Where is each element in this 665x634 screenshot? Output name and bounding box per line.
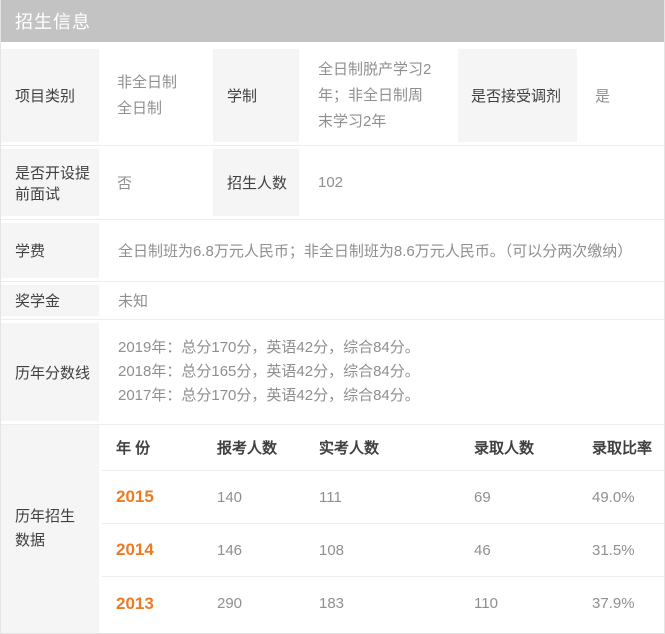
field-value-pre-interview: 否 [102, 149, 210, 216]
table-row-score-lines: 历年分数线 2019年：总分170分，英语42分，综合84分。 2018年：总分… [1, 319, 664, 424]
score-line-2017: 2017年：总分170分，英语42分，综合84分。 [118, 387, 420, 404]
col-header-year: 年 份 [116, 440, 151, 457]
field-label-score-lines: 历年分数线 [1, 323, 99, 421]
year-cell: 2014 [116, 540, 154, 559]
history-row-2014: 2014 146 108 46 31.5% [102, 524, 664, 577]
field-label-scholarship: 奖学金 [1, 285, 99, 316]
applied-cell: 290 [217, 595, 243, 612]
col-header-applied: 报考人数 [217, 440, 278, 457]
score-line-2019: 2019年：总分170分，英语42分，综合84分。 [118, 339, 420, 356]
score-line-2018: 2018年：总分165分，英语42分，综合84分。 [118, 363, 420, 380]
admitted-cell: 69 [474, 488, 491, 506]
table-row-scholarship: 奖学金 未知 [1, 281, 664, 319]
section-header: 招生信息 [1, 0, 664, 42]
field-label-pre-interview: 是否开设提前面试 [1, 149, 99, 216]
col-header-attended: 实考人数 [319, 440, 380, 457]
attended-cell: 108 [319, 541, 345, 559]
history-header-row: 年 份 报考人数 实考人数 录取人数 录取比率 [102, 425, 664, 471]
attended-cell: 183 [319, 595, 345, 612]
info-table: 项目类别 非全日制 全日制 学制 全日制脱产学习2年；非全日制周末学习2年 是否… [1, 42, 664, 633]
history-table: 年 份 报考人数 实考人数 录取人数 录取比率 2015 140 111 69 … [102, 425, 664, 633]
attended-cell: 111 [319, 488, 342, 506]
table-row-interview: 是否开设提前面试 否 招生人数 102 [1, 145, 664, 219]
field-label-duration: 学制 [213, 49, 299, 142]
table-row-tuition: 学费 全日制班为6.8万元人民币；非全日制班为8.6万元人民币。（可以分两次缴纳… [1, 219, 664, 281]
field-label-project-type: 项目类别 [1, 49, 99, 142]
ratio-cell: 49.0% [592, 488, 635, 506]
field-label-transfer: 是否接受调剂 [458, 49, 577, 142]
year-cell: 2015 [116, 487, 154, 506]
history-row-2015: 2015 140 111 69 49.0% [102, 471, 664, 524]
field-value-scholarship: 未知 [102, 285, 664, 316]
field-label-tuition: 学费 [1, 223, 99, 278]
section-title: 招生信息 [15, 12, 91, 32]
field-value-project-type: 非全日制 全日制 [102, 49, 210, 142]
year-cell: 2013 [116, 593, 154, 613]
applied-cell: 140 [217, 488, 243, 506]
admissions-info-panel: 招生信息 项目类别 非全日制 全日制 学制 全日制脱产学习2年；非全日制周末学习… [0, 0, 665, 634]
project-type-line1: 非全日制 [117, 73, 178, 91]
field-value-score-lines: 2019年：总分170分，英语42分，综合84分。 2018年：总分165分，英… [102, 323, 664, 421]
field-value-tuition: 全日制班为6.8万元人民币；非全日制班为8.6万元人民币。（可以分两次缴纳） [102, 223, 664, 278]
admitted-cell: 46 [474, 541, 491, 559]
applied-cell: 146 [217, 541, 243, 559]
admitted-cell: 110 [474, 595, 498, 612]
col-header-admitted: 录取人数 [474, 440, 535, 457]
history-row-2013: 2013 290 183 110 37.9% [102, 577, 664, 630]
table-row-project: 项目类别 非全日制 全日制 学制 全日制脱产学习2年；非全日制周末学习2年 是否… [1, 46, 664, 145]
field-value-duration: 全日制脱产学习2年；非全日制周末学习2年 [302, 49, 455, 142]
field-value-transfer: 是 [580, 49, 664, 142]
ratio-cell: 37.9% [592, 595, 635, 612]
field-label-enrollment: 招生人数 [213, 149, 299, 216]
project-type-line2: 全日制 [117, 99, 163, 117]
field-value-enrollment: 102 [302, 149, 664, 216]
ratio-cell: 31.5% [592, 541, 635, 559]
field-label-history: 历年招生数据 [1, 425, 99, 633]
col-header-ratio: 录取比率 [592, 440, 653, 457]
table-row-history: 历年招生数据 年 份 报考人数 实考人数 录取人数 录取比率 2015 140 … [1, 424, 664, 633]
